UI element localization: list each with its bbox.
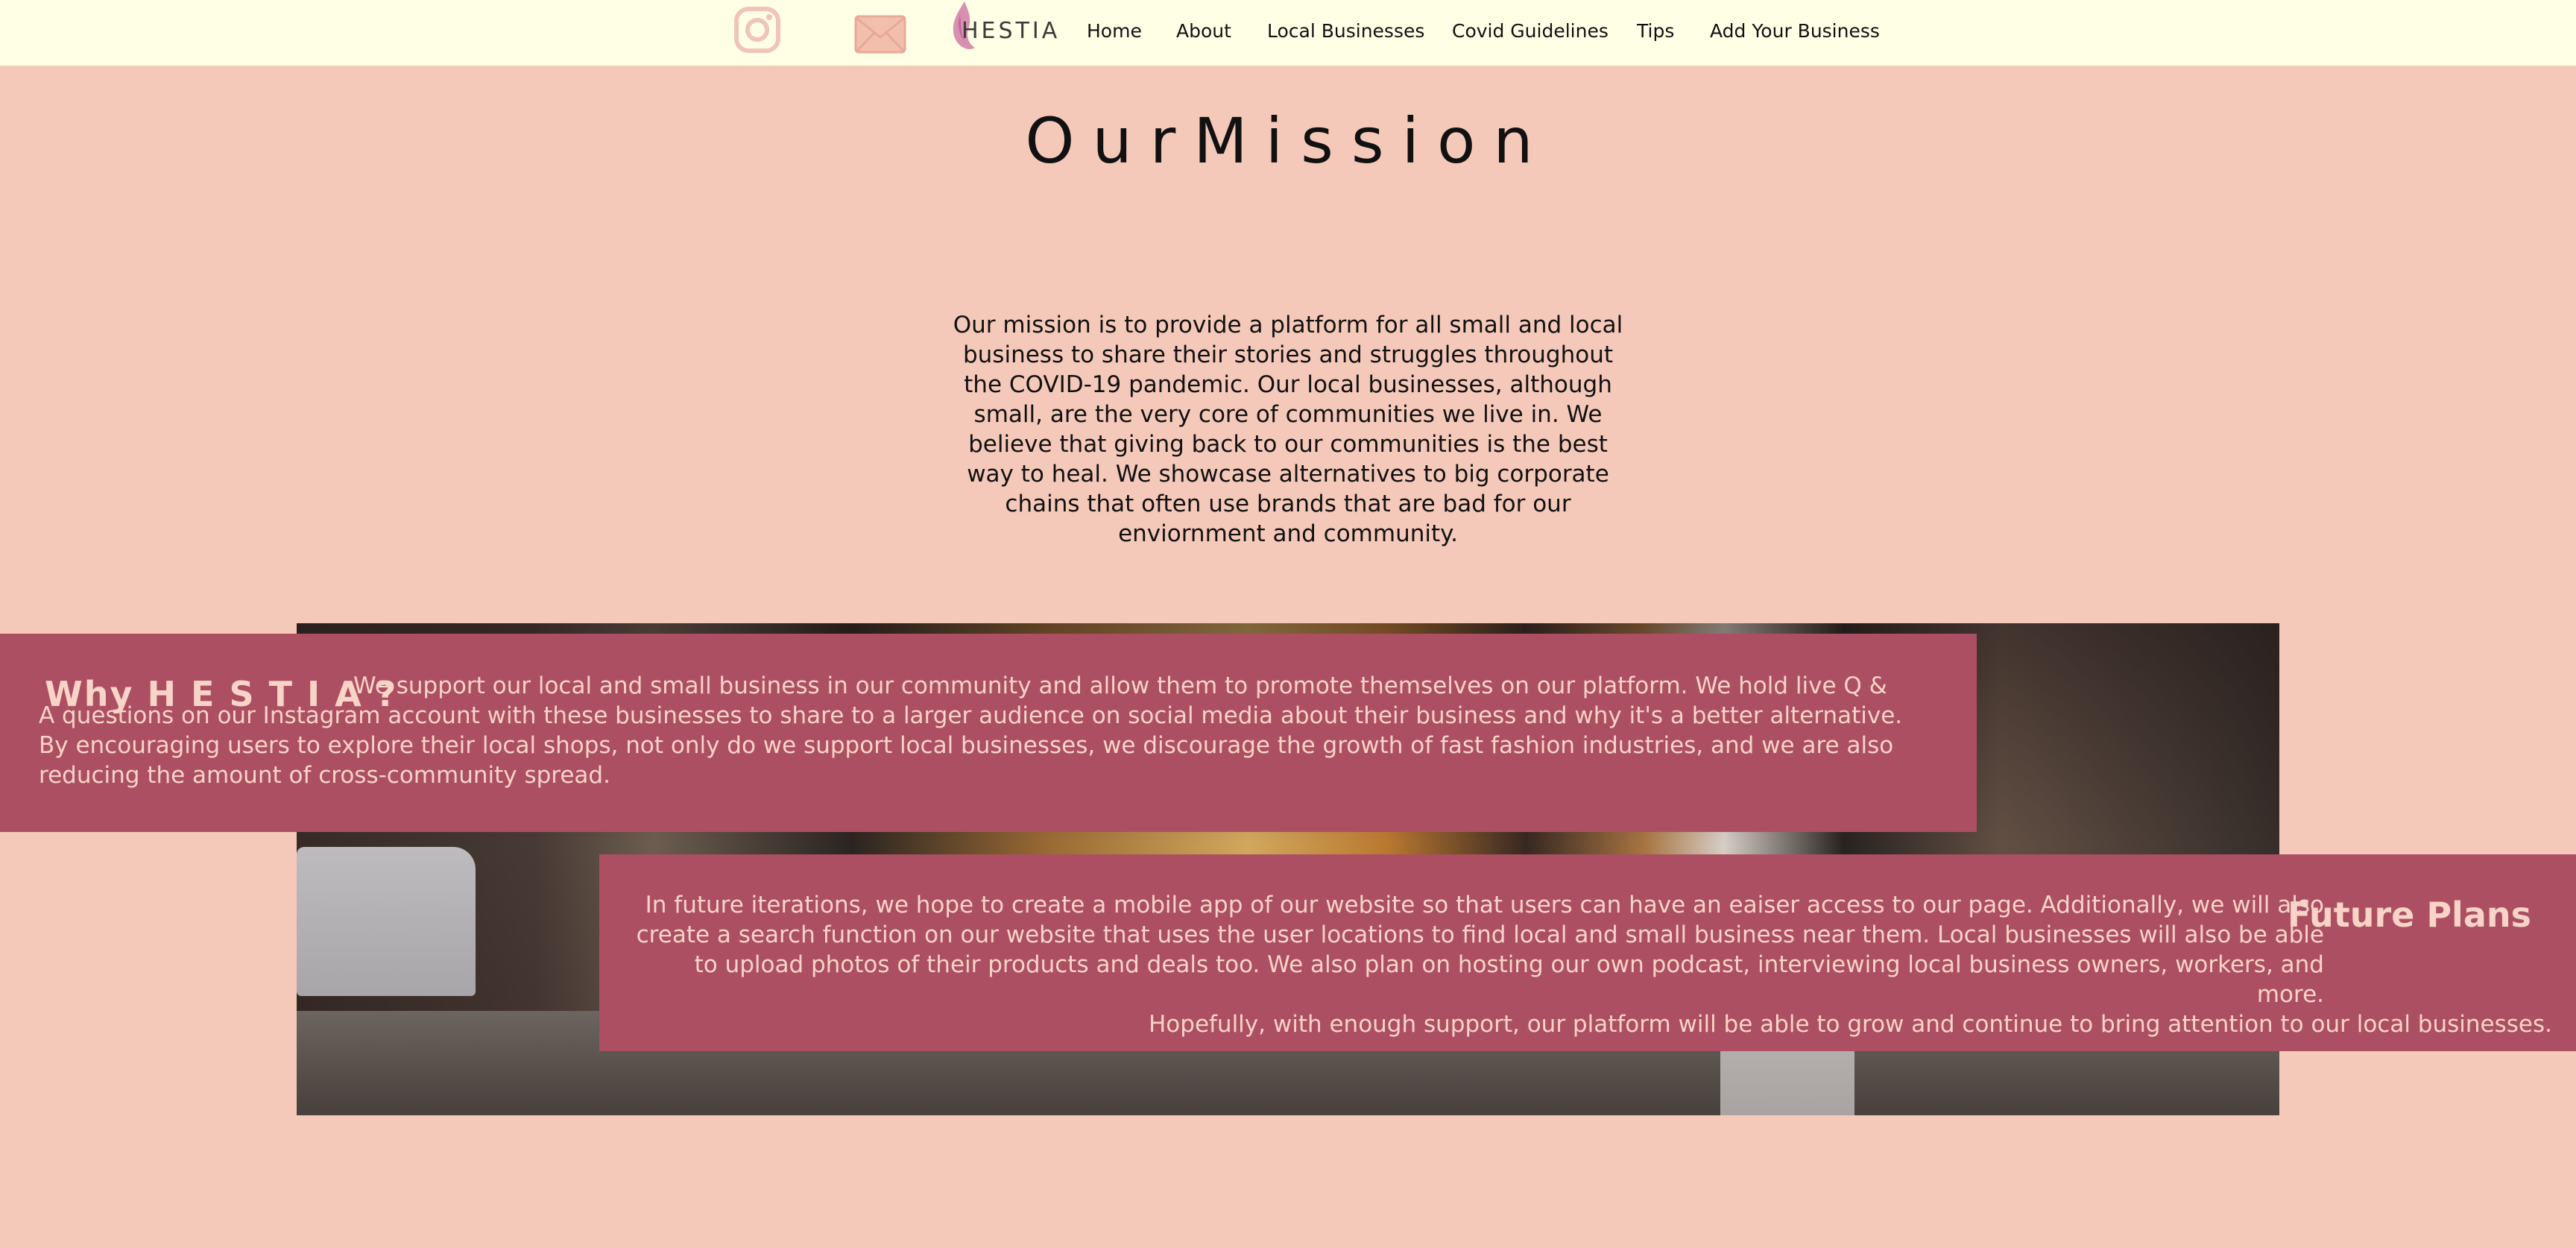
future-plans-text-main: In future iterations, we hope to create … <box>636 892 2324 1008</box>
brand-name[interactable]: HESTIA <box>962 15 1060 48</box>
why-hestia-banner: We support our local and small business … <box>0 634 1977 832</box>
future-plans-banner: Future Plans In future iterations, we ho… <box>599 854 2576 1051</box>
top-navigation-bar: HESTIA Home About Local Businesses Covid… <box>0 0 2576 66</box>
mission-text: Our mission is to provide a platform for… <box>953 312 1623 547</box>
nav-covid-guidelines[interactable]: Covid Guidelines <box>1452 15 1609 48</box>
nav-home[interactable]: Home <box>1087 15 1142 48</box>
instagram-icon[interactable] <box>733 6 781 54</box>
nav-add-your-business[interactable]: Add Your Business <box>1710 15 1880 48</box>
nav-about[interactable]: About <box>1176 15 1231 48</box>
nav-tips[interactable]: Tips <box>1637 15 1674 48</box>
why-hestia-heading: Why H E S T I A ? <box>45 674 398 714</box>
future-plans-text-last: Hopefully, with enough support, our plat… <box>1148 1011 2552 1038</box>
nav-local-businesses[interactable]: Local Businesses <box>1267 15 1424 48</box>
mission-title: OurMission <box>1025 104 1551 177</box>
mail-icon[interactable] <box>854 15 906 54</box>
future-plans-text: In future iterations, we hope to create … <box>622 890 2552 1039</box>
